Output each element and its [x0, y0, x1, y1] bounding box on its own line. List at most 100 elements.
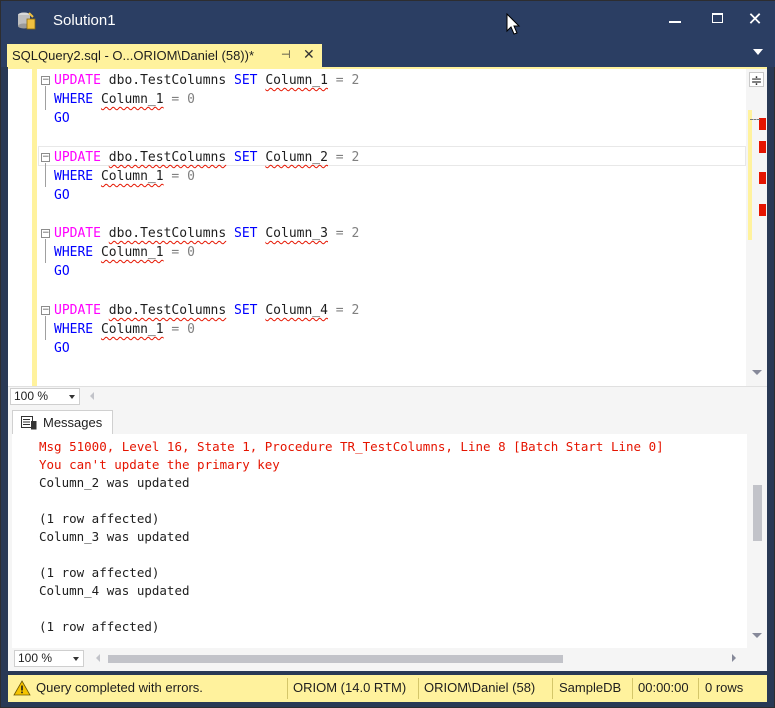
- code-line-update[interactable]: UPDATE dbo.TestColumns SET Column_1 = 2: [54, 71, 359, 90]
- status-bar: Query completed with errors. ORIOM (14.0…: [8, 675, 767, 702]
- messages-scroll-thumb[interactable]: [753, 485, 762, 541]
- ssms-app-icon: [18, 12, 36, 30]
- messages-zoom-select[interactable]: 100 %: [14, 650, 84, 667]
- comparison: = 0: [163, 169, 195, 184]
- tab-messages[interactable]: Messages: [12, 410, 113, 435]
- keyword-update: UPDATE: [54, 150, 101, 165]
- keyword-set: SET: [234, 303, 258, 318]
- split-window-icon[interactable]: ≑: [749, 72, 764, 87]
- results-pane: Messages Msg 51000, Level 16, State 1, P…: [8, 406, 767, 671]
- status-database: SampleDB: [559, 680, 622, 695]
- comparison: = 0: [163, 322, 195, 337]
- keyword-update: UPDATE: [54, 303, 101, 318]
- editor-vertical-scrollbar[interactable]: ≑: [746, 69, 767, 386]
- warning-icon: [13, 680, 31, 696]
- minimize-icon: [669, 21, 681, 23]
- code-line-go[interactable]: GO: [54, 109, 70, 128]
- code-line-where[interactable]: WHERE Column_1 = 0: [54, 90, 195, 109]
- code-line-where[interactable]: WHERE Column_1 = 0: [54, 167, 195, 186]
- collapse-block-icon[interactable]: −: [41, 153, 50, 162]
- fold-guide: [45, 239, 46, 263]
- messages-horizontal-bar: 100 %: [12, 648, 767, 669]
- keyword-update: UPDATE: [54, 73, 101, 88]
- close-tab-icon[interactable]: ✕: [303, 43, 315, 66]
- status-elapsed: 00:00:00: [638, 680, 689, 695]
- editor-horizontal-bar: 100 %: [8, 386, 767, 406]
- status-divider: [287, 678, 288, 699]
- code-line-update[interactable]: UPDATE dbo.TestColumns SET Column_3 = 2: [54, 224, 359, 243]
- table-name: dbo.TestColumns: [108, 73, 227, 88]
- collapse-block-icon[interactable]: −: [41, 229, 50, 238]
- fold-guide: [45, 163, 46, 187]
- messages-tab-label: Messages: [43, 415, 103, 430]
- error-message-line: Msg 51000, Level 16, State 1, Procedure …: [39, 439, 664, 454]
- scroll-left-arrow-icon[interactable]: [90, 392, 94, 400]
- message-line: (1 row affected): [39, 619, 160, 634]
- table-name: dbo.TestColumns: [108, 226, 227, 241]
- error-marker: [759, 118, 766, 130]
- editor-zoom-select[interactable]: 100 %: [10, 388, 80, 405]
- pin-tab-icon[interactable]: ⊣: [281, 44, 291, 67]
- scroll-right-arrow-icon[interactable]: [732, 654, 736, 662]
- column-name: Column_1: [265, 73, 328, 88]
- code-line-update[interactable]: UPDATE dbo.TestColumns SET Column_4 = 2: [54, 301, 359, 320]
- error-marker: [759, 204, 766, 216]
- tab-sqlquery2[interactable]: SQLQuery2.sql - O...ORIOM\Daniel (58))* …: [7, 44, 322, 67]
- assignment: = 2: [327, 226, 360, 241]
- collapse-block-icon[interactable]: −: [41, 76, 50, 85]
- query-editor[interactable]: − UPDATE dbo.TestColumns SET Column_1 = 2…: [8, 67, 767, 386]
- code-line-update[interactable]: UPDATE dbo.TestColumns SET Column_2 = 2: [54, 148, 359, 167]
- error-marker: [759, 172, 766, 184]
- collapse-block-icon[interactable]: −: [41, 306, 50, 315]
- chevron-down-icon: [69, 395, 75, 399]
- messages-output[interactable]: Msg 51000, Level 16, State 1, Procedure …: [12, 434, 747, 648]
- status-server: ORIOM (14.0 RTM): [293, 680, 407, 695]
- title-bar: Solution1 ✕: [1, 1, 775, 41]
- messages-horizontal-thumb[interactable]: [108, 655, 563, 663]
- code-line-go[interactable]: GO: [54, 262, 70, 281]
- scroll-down-arrow-icon[interactable]: [752, 633, 762, 638]
- chevron-down-icon: [73, 657, 79, 661]
- code-area[interactable]: − UPDATE dbo.TestColumns SET Column_1 = 2…: [8, 69, 746, 386]
- keyword-where: WHERE: [54, 169, 94, 184]
- message-line: Column_2 was updated: [39, 475, 190, 490]
- status-divider: [418, 678, 419, 699]
- messages-vertical-scrollbar[interactable]: [747, 434, 767, 648]
- code-line-where[interactable]: WHERE Column_1 = 0: [54, 243, 195, 262]
- status-user: ORIOM\Daniel (58): [424, 680, 536, 695]
- column-name: Column_3: [265, 226, 328, 241]
- scroll-left-arrow-icon[interactable]: [96, 654, 100, 662]
- minimize-button[interactable]: [657, 7, 693, 33]
- error-marker: [759, 141, 766, 153]
- messages-icon: [21, 416, 37, 430]
- message-line: Column_4 was updated: [39, 583, 190, 598]
- mouse-pointer-icon: [506, 13, 521, 35]
- assignment: = 2: [327, 73, 360, 88]
- assignment: = 2: [327, 303, 360, 318]
- code-line-where[interactable]: WHERE Column_1 = 0: [54, 320, 195, 339]
- message-line: (1 row affected): [39, 565, 160, 580]
- fold-guide: [45, 86, 46, 110]
- window-title: Solution1: [53, 12, 116, 29]
- maximize-icon: [711, 13, 723, 23]
- message-line: (1 row affected): [39, 511, 160, 526]
- tab-list-dropdown-icon[interactable]: [753, 49, 763, 55]
- keyword-set: SET: [234, 226, 258, 241]
- code-line-go[interactable]: GO: [54, 186, 70, 205]
- maximize-button[interactable]: [699, 7, 735, 33]
- messages-zoom-value: 100 %: [18, 651, 53, 665]
- change-tracking-margin: [32, 69, 37, 386]
- keyword-set: SET: [234, 73, 258, 88]
- where-column: Column_1: [100, 92, 164, 107]
- close-window-button[interactable]: ✕: [737, 7, 773, 33]
- where-column: Column_1: [100, 169, 164, 184]
- editor-zoom-value: 100 %: [14, 389, 49, 403]
- keyword-where: WHERE: [54, 245, 94, 260]
- tab-label: SQLQuery2.sql - O...ORIOM\Daniel (58))*: [12, 48, 255, 63]
- message-line: Column_3 was updated: [39, 529, 190, 544]
- comparison: = 0: [163, 92, 195, 107]
- code-line-go[interactable]: GO: [54, 339, 70, 358]
- editor-scroll-thumb[interactable]: [748, 110, 752, 240]
- scroll-down-arrow-icon[interactable]: [752, 370, 762, 375]
- table-name: dbo.TestColumns: [108, 303, 227, 318]
